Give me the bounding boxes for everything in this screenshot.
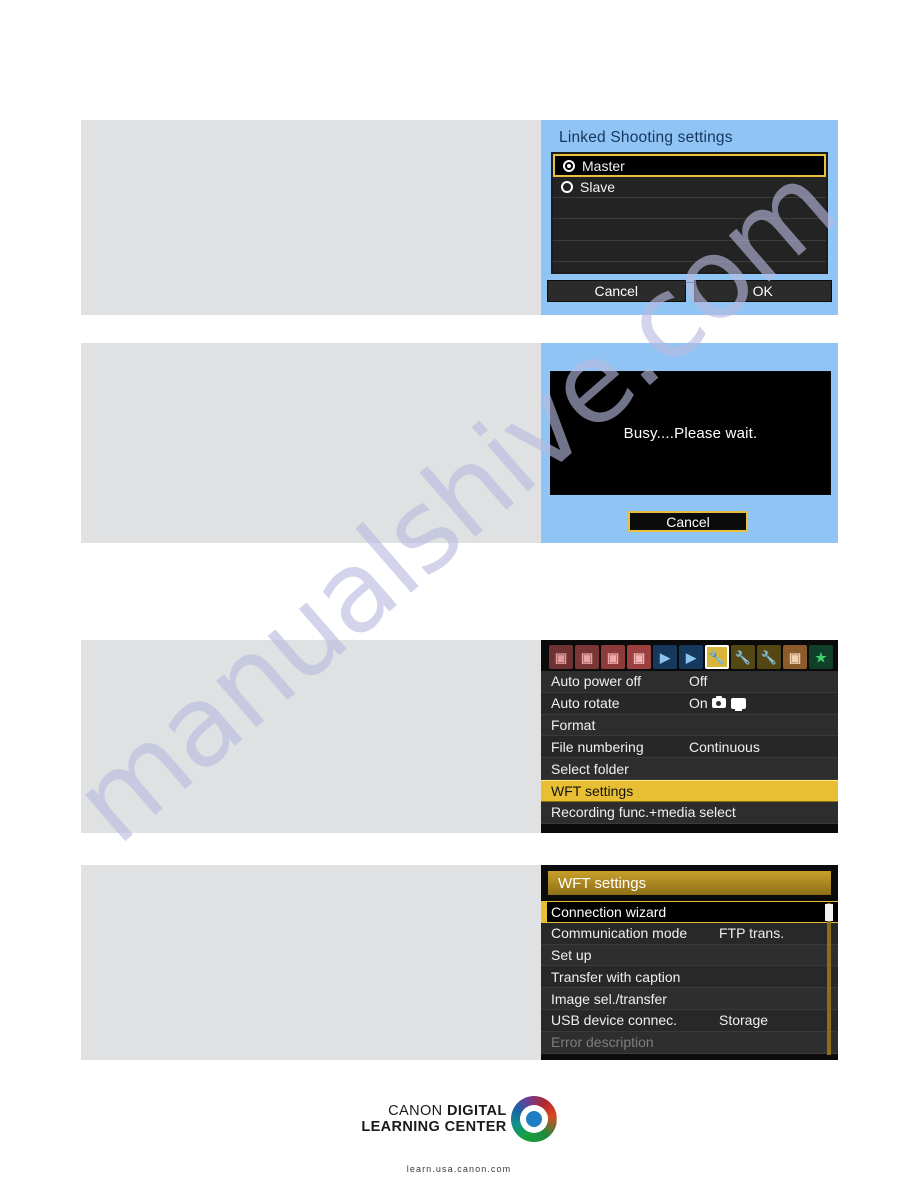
dialog-button-bar: Cancel OK xyxy=(547,280,832,302)
menu-row-wft-settings[interactable]: WFT settings xyxy=(541,779,838,802)
wft-settings-list: Connection wizard Communication mode FTP… xyxy=(541,901,838,1060)
logo-learning-center-text: LEARNING CENTER xyxy=(361,1119,507,1135)
wft-row-error-description: Error description xyxy=(541,1031,838,1054)
menu-row-file-numbering[interactable]: File numbering Continuous xyxy=(541,736,838,759)
tab-playback-2[interactable]: ▶ xyxy=(679,645,703,669)
menu-label: Format xyxy=(551,716,596,733)
footer: CANON DIGITAL LEARNING CENTER learn.usa.… xyxy=(0,1096,918,1174)
screenshot-panel-busy: Busy....Please wait. Cancel xyxy=(81,343,838,543)
radio-unselected-icon xyxy=(561,181,573,194)
wft-value: FTP trans. xyxy=(719,925,785,942)
logo-wordmark: CANON DIGITAL LEARNING CENTER xyxy=(361,1103,506,1135)
option-list: Master Slave xyxy=(551,152,828,283)
option-row-empty xyxy=(553,198,826,220)
radio-selected-icon xyxy=(563,159,575,172)
wft-label: Connection wizard xyxy=(551,903,667,920)
menu-label: Auto rotate xyxy=(551,695,620,712)
wft-label: Transfer with caption xyxy=(551,968,681,985)
scrollbar-thumb[interactable] xyxy=(825,904,833,921)
menu-value: Continuous xyxy=(689,738,760,755)
wft-label: Error description xyxy=(551,1034,654,1051)
ok-button[interactable]: OK xyxy=(693,280,832,302)
menu-label: WFT settings xyxy=(551,782,634,799)
canon-dlc-logo: CANON DIGITAL LEARNING CENTER xyxy=(361,1096,557,1142)
screenshot-panel-setup-menu: ▣ ▣ ▣ ▣ ▶ ▶ 🔧 🔧 🔧 ▣ ★ Auto power off Off… xyxy=(81,640,838,833)
cancel-button[interactable]: Cancel xyxy=(547,280,686,302)
busy-message-text: Busy....Please wait. xyxy=(623,424,758,442)
option-label-master: Master xyxy=(582,157,625,174)
camera-lcd-linked-shooting: Linked Shooting settings Master Slave Ca… xyxy=(541,120,838,315)
menu-value: Off xyxy=(689,673,708,690)
tab-setup-3[interactable]: 🔧 xyxy=(757,645,781,669)
wft-label: Set up xyxy=(551,946,592,963)
menu-row-auto-power-off[interactable]: Auto power off Off xyxy=(541,671,838,693)
monitor-icon xyxy=(730,697,746,711)
screenshot-panel-linked-shooting: Linked Shooting settings Master Slave Ca… xyxy=(81,120,838,315)
tab-playback-1[interactable]: ▶ xyxy=(653,645,677,669)
camera-lcd-wft-settings: WFT settings Connection wizard Communica… xyxy=(541,865,838,1060)
wft-row-connection-wizard[interactable]: Connection wizard xyxy=(541,901,838,923)
tab-custom-functions[interactable]: ▣ xyxy=(783,645,807,669)
option-row-empty xyxy=(553,241,826,262)
menu-label: Auto power off xyxy=(551,673,642,690)
logo-line-2: LEARNING CENTER xyxy=(361,1119,506,1135)
option-row-empty xyxy=(553,219,826,241)
scrollbar-track[interactable] xyxy=(827,903,831,1055)
tab-shooting-4[interactable]: ▣ xyxy=(627,645,651,669)
logo-digital-text: DIGITAL xyxy=(446,1102,507,1119)
canon-dlc-logo-mark-icon xyxy=(510,1096,557,1142)
dialog-title: Linked Shooting settings xyxy=(559,129,733,146)
wft-label: Communication mode xyxy=(551,925,688,942)
wft-row-transfer-with-caption[interactable]: Transfer with caption xyxy=(541,966,838,989)
menu-value: On xyxy=(689,695,746,711)
camera-lcd-busy: Busy....Please wait. Cancel xyxy=(541,343,838,543)
wft-value: Storage xyxy=(719,1012,769,1029)
wft-label: USB device connec. xyxy=(551,1012,678,1029)
menu-row-format[interactable]: Format xyxy=(541,714,838,737)
tab-shooting-1[interactable]: ▣ xyxy=(549,645,573,669)
tab-shooting-2[interactable]: ▣ xyxy=(575,645,599,669)
menu-row-select-folder[interactable]: Select folder xyxy=(541,758,838,780)
logo-line-1: CANON DIGITAL xyxy=(361,1103,506,1119)
tab-shooting-3[interactable]: ▣ xyxy=(601,645,625,669)
menu-row-recording-func-media-select[interactable]: Recording func.+media select xyxy=(541,801,838,824)
menu-label: Select folder xyxy=(551,760,629,777)
option-label-slave: Slave xyxy=(580,179,616,196)
menu-row-auto-rotate[interactable]: Auto rotate On xyxy=(541,692,838,715)
tab-setup-1[interactable]: 🔧 xyxy=(705,645,729,669)
wft-settings-title: WFT settings xyxy=(548,871,831,895)
menu-tab-bar: ▣ ▣ ▣ ▣ ▶ ▶ 🔧 🔧 🔧 ▣ ★ xyxy=(549,645,833,669)
camera-icon xyxy=(711,696,726,709)
wft-label: Image sel./transfer xyxy=(551,990,667,1007)
menu-label: Recording func.+media select xyxy=(551,804,736,821)
logo-canon-text: CANON xyxy=(388,1102,447,1119)
screenshot-panel-wft-settings: WFT settings Connection wizard Communica… xyxy=(81,865,838,1060)
menu-value-text: On xyxy=(689,695,708,712)
tab-setup-2[interactable]: 🔧 xyxy=(731,645,755,669)
wft-row-communication-mode[interactable]: Communication mode FTP trans. xyxy=(541,922,838,945)
menu-label: File numbering xyxy=(551,738,644,755)
wft-row-usb-device-connec[interactable]: USB device connec. Storage xyxy=(541,1009,838,1032)
option-row-master[interactable]: Master xyxy=(553,154,826,177)
footer-url: learn.usa.canon.com xyxy=(406,1164,512,1174)
option-row-slave[interactable]: Slave xyxy=(553,177,826,199)
camera-lcd-setup-menu: ▣ ▣ ▣ ▣ ▶ ▶ 🔧 🔧 🔧 ▣ ★ Auto power off Off… xyxy=(541,640,838,833)
cancel-button[interactable]: Cancel xyxy=(628,511,748,532)
wft-row-image-sel-transfer[interactable]: Image sel./transfer xyxy=(541,988,838,1010)
busy-message-box: Busy....Please wait. xyxy=(550,371,831,495)
setup-menu-list: Auto power off Off Auto rotate On Format… xyxy=(541,671,838,833)
tab-my-menu[interactable]: ★ xyxy=(809,645,833,669)
wft-row-set-up[interactable]: Set up xyxy=(541,944,838,967)
